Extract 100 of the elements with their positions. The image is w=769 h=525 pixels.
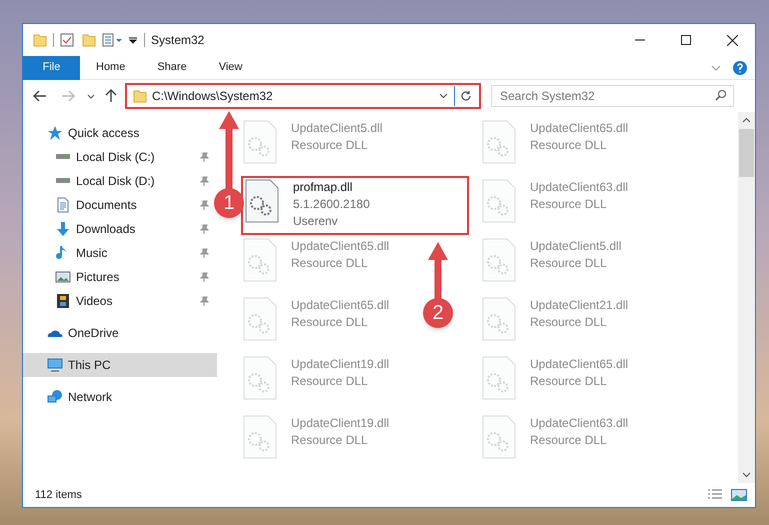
checklist-icon[interactable] [60,33,74,47]
scrollbar[interactable] [738,112,755,483]
file-name: UpdateClient19.dll [291,415,390,432]
pin-icon[interactable] [200,176,209,186]
film-icon [55,293,71,309]
back-arrow-icon[interactable] [33,90,47,102]
chevron-down-icon[interactable] [439,93,448,99]
settings-file-icon [243,120,277,164]
nav-label: Pictures [76,269,120,286]
monitor-icon [47,357,63,373]
drive-icon [55,154,71,160]
ribbon-tab[interactable]: Share [141,56,203,80]
folder-icon [33,33,47,47]
nav-label: Network [68,389,114,406]
window-title: System32 [151,32,204,49]
file-name: UpdateClient65.dll [530,120,628,137]
file-name: UpdateClient63.dll [530,179,628,196]
drive-icon [55,178,71,184]
nav-item[interactable]: Local Disk (D:) [23,169,217,193]
nav-item[interactable]: Documents [23,193,217,217]
file-name: UpdateClient65.dll [530,356,628,373]
settings-file-icon [245,179,279,223]
dropdown-icon[interactable] [128,35,138,45]
settings-file-icon [482,415,516,459]
new-folder-icon [82,33,96,47]
file-detail: Userenv [293,213,339,230]
nav-item[interactable]: Videos [23,289,217,313]
down-arrow-icon [55,221,71,237]
properties-icon[interactable] [102,33,124,47]
nav-label: Videos [76,293,114,310]
settings-file-icon [482,356,516,400]
nav-label: OneDrive [68,325,120,342]
pin-icon[interactable] [200,248,209,258]
document-icon [55,197,71,213]
file-name: UpdateClient5.dll [530,238,622,255]
pin-icon[interactable] [200,224,209,234]
settings-file-icon [482,297,516,341]
file-name: UpdateClient65.dll [291,238,390,255]
nav-label: Music [76,245,108,262]
file-detail: Resource DLL [530,196,608,213]
nav-item[interactable]: Music [23,241,217,265]
settings-file-icon [243,238,277,282]
nav-item[interactable]: Network [23,385,217,409]
search-field[interactable]: Search System32 [491,85,734,107]
ribbon-tab[interactable]: Home [80,56,142,80]
file-detail: Resource DLL [530,373,608,390]
ribbon-tab[interactable]: View [202,56,258,80]
maximize-icon [681,35,691,45]
nav-label: Local Disk (C:) [76,149,156,166]
chevron-up-icon[interactable] [742,117,751,123]
file-detail: Resource DLL [530,255,608,272]
picture-icon [55,269,71,285]
pin-icon[interactable] [200,200,209,210]
nav-item[interactable]: Quick access [23,121,217,145]
help-icon[interactable] [733,60,747,74]
settings-file-icon [482,179,516,223]
nav-item[interactable]: Pictures [23,265,217,289]
file-name: UpdateClient21.dll [530,297,628,314]
chevron-down-icon[interactable] [87,94,95,98]
nav-label: Local Disk (D:) [76,173,156,190]
star-icon [47,125,63,141]
file-detail: Resource DLL [530,432,608,449]
nav-item[interactable]: Downloads [23,217,217,241]
file-name: UpdateClient19.dll [291,356,390,373]
scrollbar-thumb[interactable] [739,129,754,177]
file-detail: Resource DLL [291,373,369,390]
nav-label: Downloads [76,221,136,238]
nav-label: This PC [68,357,112,374]
settings-file-icon [243,297,277,341]
up-arrow-icon[interactable] [105,89,117,103]
ribbon-tab[interactable]: File [23,56,80,80]
address-bar[interactable]: C:\Windows\System32 [125,83,481,109]
nav-item[interactable]: OneDrive [23,321,217,345]
thumbnail-view-icon[interactable] [731,489,747,501]
file-item[interactable]: profmap.dll 5.1.2600.2180 Userenv [241,176,469,235]
settings-file-icon [243,415,277,459]
file-detail: Resource DLL [530,137,608,154]
file-name: UpdateClient63.dll [530,415,628,432]
refresh-icon[interactable] [460,90,472,102]
file-name: UpdateClient5.dll [291,120,382,137]
minimize-icon [635,39,645,41]
nav-item[interactable]: This PC [23,353,217,377]
file-detail: Resource DLL [291,255,369,272]
nav-label: Quick access [68,125,140,142]
file-detail: Resource DLL [530,314,608,331]
close-icon [726,34,738,46]
network-icon [47,389,63,405]
settings-file-icon [243,356,277,400]
pin-icon[interactable] [200,152,209,162]
file-name: UpdateClient65.dll [291,297,390,314]
arrow [428,242,448,300]
pin-icon[interactable] [200,272,209,282]
details-view-icon[interactable] [707,489,723,501]
nav-item[interactable]: Local Disk (C:) [23,145,217,169]
file-detail: 5.1.2600.2180 [293,196,370,213]
chevron-down-icon[interactable] [742,472,751,478]
folder-icon [133,89,147,103]
pin-icon[interactable] [200,296,209,306]
file-name: profmap.dll [293,179,354,196]
file-detail: Resource DLL [291,314,369,331]
